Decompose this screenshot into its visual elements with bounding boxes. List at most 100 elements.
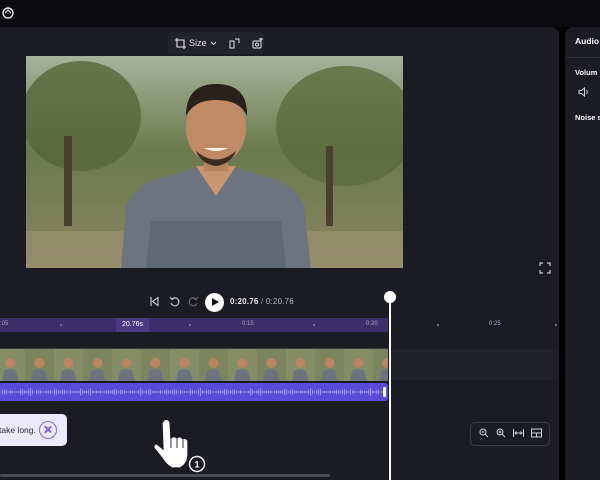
waveform-bar (198, 389, 199, 395)
zoom-out-button[interactable] (479, 425, 489, 443)
waveform-bar (296, 391, 297, 393)
waveform-bar (16, 391, 17, 393)
waveform-bar (124, 390, 125, 394)
waveform-bar (122, 389, 123, 395)
waveform-bar (212, 391, 213, 393)
fit-to-width-button[interactable] (512, 425, 524, 443)
flip-button[interactable] (226, 34, 243, 52)
thumbnail-figure (324, 358, 335, 368)
play-button[interactable] (205, 293, 224, 312)
forward-5s-icon[interactable] (188, 296, 199, 307)
waveform-bar (118, 390, 119, 394)
waveform-bar (40, 389, 41, 395)
waveform-bar (266, 390, 267, 394)
waveform-bar (334, 390, 335, 394)
zoom-in-icon (496, 428, 505, 438)
thumbnail-figure (121, 358, 132, 368)
waveform-bar (330, 390, 331, 394)
thumbnail-figure (295, 358, 306, 368)
waveform-bar (76, 391, 77, 393)
waveform-bar (346, 389, 347, 395)
waveform-bar (150, 388, 151, 396)
waveform-bar (32, 389, 33, 395)
zoom-out-icon (479, 428, 488, 438)
add-image-button[interactable] (249, 34, 266, 52)
waveform-bar (104, 390, 105, 394)
ruler-dot (60, 324, 62, 326)
waveform-bar (290, 389, 291, 395)
fullscreen-icon[interactable] (539, 262, 551, 274)
waveform-bar (42, 391, 43, 393)
thumbnail-figure (353, 358, 364, 368)
waveform-bar (186, 391, 187, 393)
hand-pointer-cursor-icon: 1 (153, 418, 206, 473)
waveform-bar (184, 391, 185, 393)
waveform-bar (372, 390, 373, 394)
rewind-5s-icon[interactable] (169, 296, 180, 307)
waveform-bar (80, 388, 81, 396)
time-separator: / (260, 297, 264, 306)
timeline-layout-button[interactable] (530, 425, 542, 443)
waveform-bar (356, 391, 357, 393)
playhead-handle[interactable] (384, 291, 396, 303)
waveform-bar (348, 391, 349, 393)
waveform-bar (340, 390, 341, 394)
waveform-bar (160, 390, 161, 394)
waveform-bar (278, 390, 279, 394)
waveform-bar (378, 389, 379, 395)
video-clip-track[interactable] (0, 348, 388, 381)
waveform-bar (220, 390, 221, 394)
waveform-bar (308, 390, 309, 394)
waveform-bar (46, 390, 47, 394)
waveform-bar (256, 390, 257, 394)
waveform-bar (268, 390, 269, 394)
speaker-icon[interactable] (578, 86, 590, 98)
waveform-bar (18, 391, 19, 393)
audio-clip-track[interactable] (0, 383, 388, 401)
waveform-bar (312, 389, 313, 395)
waveform-bar (110, 390, 111, 394)
audio-trim-handle[interactable] (383, 387, 386, 397)
zoom-in-button[interactable] (496, 425, 506, 443)
waveform-bar (276, 390, 277, 394)
waveform-bar (270, 390, 271, 394)
waveform-bar (342, 389, 343, 395)
waveform-bar (56, 389, 57, 395)
size-dropdown[interactable]: Size (172, 34, 220, 52)
waveform-bar (216, 391, 217, 393)
timeline-ruler[interactable]: :05 20.76s 0:15 0:20 0:25 (0, 318, 559, 332)
waveform-bar (112, 390, 113, 394)
waveform-bar (130, 390, 131, 394)
waveform-bar (50, 389, 51, 395)
skip-to-start-icon[interactable] (149, 296, 160, 307)
video-frame (26, 56, 403, 268)
chevron-down-icon (210, 41, 216, 45)
waveform-bar (38, 390, 39, 394)
toast-close-button[interactable] (39, 421, 57, 439)
top-bar (0, 0, 600, 27)
waveform-bar (22, 389, 23, 395)
waveform-bar (242, 391, 243, 393)
thumbnail-figure (266, 358, 277, 368)
waveform-bar (134, 390, 135, 394)
waveform-bar (170, 390, 171, 394)
video-preview[interactable] (26, 56, 403, 268)
preview-toolbar: Size (168, 32, 264, 54)
waveform-bar (70, 390, 71, 394)
waveform-bar (62, 389, 63, 395)
audio-waveform (0, 388, 388, 396)
timeline-scrollbar[interactable] (0, 474, 330, 477)
panel-divider (565, 57, 600, 58)
waveform-bar (114, 389, 115, 395)
waveform-bar (366, 390, 367, 394)
thumbnail-figure (34, 358, 45, 368)
waveform-bar (174, 389, 175, 395)
waveform-bar (36, 390, 37, 394)
time-readout: 0:20.76 / 0:20.76 (230, 297, 294, 306)
waveform-bar (286, 389, 287, 395)
ruler-label-0-25: 0:25 (489, 321, 501, 327)
ruler-label-0-15: 0:15 (242, 321, 254, 327)
waveform-bar (8, 391, 9, 393)
waveform-bar (44, 391, 45, 393)
waveform-bar (138, 389, 139, 395)
